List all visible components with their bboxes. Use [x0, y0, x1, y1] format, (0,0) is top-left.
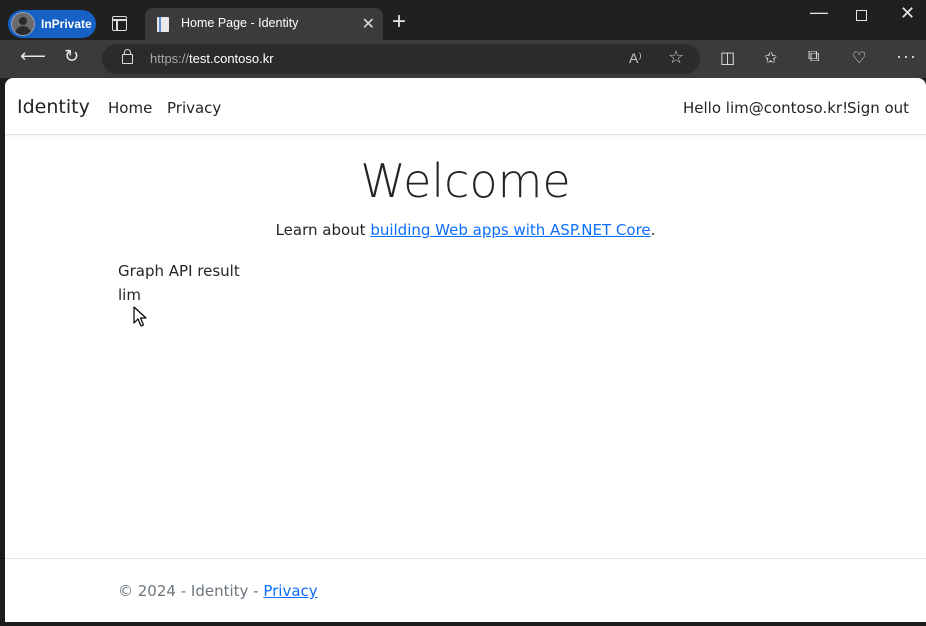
inprivate-badge[interactable]: InPrivate — [8, 10, 96, 38]
page-title: Welcome — [360, 154, 571, 208]
site-brand[interactable]: Identity — [17, 96, 90, 118]
aspnet-docs-link[interactable]: building Web apps with ASP.NET Core — [370, 221, 650, 239]
graph-api-result-label: Graph API result — [118, 262, 240, 280]
address-bar[interactable]: https://test.contoso.kr A⁾ ☆ — [102, 44, 700, 74]
lock-icon[interactable] — [122, 49, 133, 64]
url-protocol: https:// — [150, 51, 190, 66]
nav-link-privacy[interactable]: Privacy — [167, 99, 221, 117]
read-aloud-icon[interactable]: A⁾ — [629, 50, 642, 67]
site-navbar: Identity Home Privacy Hello lim@contoso.… — [5, 78, 926, 135]
taskbar-edge — [0, 622, 926, 626]
mouse-cursor-icon — [133, 306, 147, 327]
window-close-icon[interactable]: ✕ — [900, 3, 915, 24]
window-maximize-icon[interactable] — [856, 10, 867, 21]
sign-out-link[interactable]: Sign out — [847, 99, 909, 117]
tab-close-icon[interactable]: ✕ — [362, 14, 375, 34]
footer-privacy-link[interactable]: Privacy — [263, 582, 317, 600]
tab-title: Home Page - Identity — [181, 16, 299, 30]
web-page: Identity Home Privacy Hello lim@contoso.… — [5, 78, 926, 622]
nav-link-home[interactable]: Home — [108, 99, 152, 117]
learn-suffix: . — [650, 221, 656, 239]
tab-home-page[interactable]: Home Page - Identity ✕ — [145, 8, 383, 40]
learn-prefix: Learn about — [275, 221, 371, 239]
inprivate-label: InPrivate — [41, 17, 92, 31]
learn-about-text: Learn about building Web apps with ASP.N… — [5, 221, 926, 239]
footer-copyright: © 2024 - Identity - — [118, 582, 264, 600]
more-menu-icon[interactable]: ··· — [896, 46, 917, 67]
collections-icon[interactable]: ⧉ — [808, 48, 819, 66]
add-favorite-star-icon[interactable]: ☆ — [668, 47, 684, 68]
graph-api-result-value: lim — [118, 286, 141, 304]
split-screen-icon[interactable]: ◫ — [720, 48, 735, 68]
browser-tab-bar: InPrivate Home Page - Identity ✕ + — ✕ — [0, 0, 926, 40]
favorites-icon[interactable]: ✩ — [764, 48, 777, 68]
url-text[interactable]: https://test.contoso.kr — [150, 51, 274, 66]
browser-essentials-icon[interactable]: ♡ — [852, 48, 866, 68]
refresh-icon[interactable]: ↻ — [64, 46, 79, 67]
url-host: test.contoso.kr — [189, 51, 274, 66]
page-favicon-icon — [157, 17, 169, 32]
tab-actions-icon[interactable] — [112, 16, 127, 31]
user-greeting[interactable]: Hello lim@contoso.kr! — [683, 99, 848, 117]
new-tab-icon[interactable]: + — [392, 8, 406, 36]
browser-toolbar: ⟵ ↻ https://test.contoso.kr A⁾ ☆ ◫ ✩ ⧉ ♡… — [0, 40, 926, 78]
site-footer: © 2024 - Identity - Privacy — [5, 558, 926, 622]
profile-avatar-icon — [11, 12, 35, 36]
window-minimize-icon[interactable]: — — [810, 2, 828, 23]
back-arrow-icon[interactable]: ⟵ — [20, 46, 46, 67]
footer-text: © 2024 - Identity - Privacy — [118, 582, 318, 600]
